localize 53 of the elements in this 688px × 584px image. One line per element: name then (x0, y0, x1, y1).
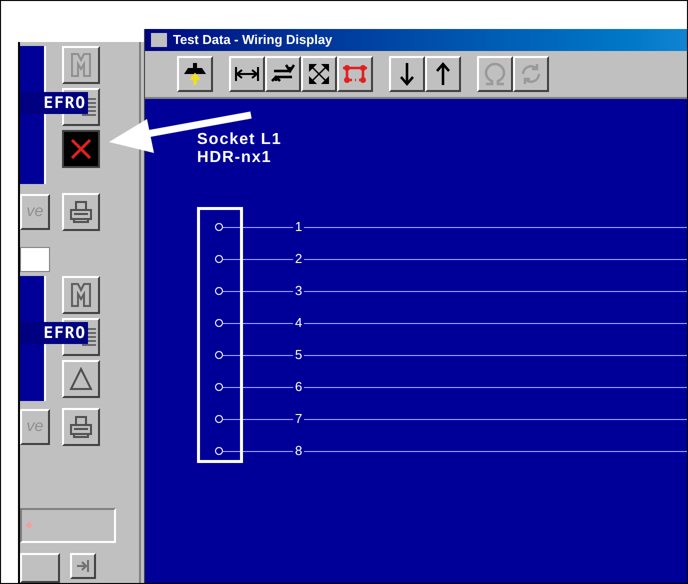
pin-number: 5 (294, 346, 304, 364)
pins-tool-button[interactable] (337, 56, 373, 92)
printer-icon (68, 200, 94, 224)
bottom-button[interactable] (20, 553, 60, 583)
wire-line (223, 290, 293, 292)
cycle-icon (519, 62, 543, 86)
delete-button[interactable] (62, 130, 100, 168)
connector-tool-button[interactable] (177, 56, 213, 92)
connector-icon (183, 61, 207, 87)
wire-line (223, 386, 293, 388)
down-tool-button[interactable] (389, 56, 425, 92)
arrow-down-icon (399, 62, 415, 86)
wire-line (223, 322, 293, 324)
wire-line (223, 226, 293, 228)
enter-button[interactable] (70, 553, 96, 579)
pin-number: 7 (294, 410, 304, 428)
window-title: Test Data - Wiring Display (173, 31, 332, 50)
pin-link-icon (342, 63, 368, 85)
merge-icon (69, 52, 93, 78)
print-button[interactable] (62, 408, 100, 446)
dot-icon (26, 522, 32, 528)
pin-number: 1 (294, 218, 304, 236)
tag-label: EFRO (20, 322, 88, 344)
part-number: HDR-nx1 (197, 149, 273, 167)
text-field[interactable] (20, 247, 50, 272)
pin-number: 3 (294, 282, 304, 300)
pin-number: 8 (294, 442, 304, 460)
merge-button[interactable] (62, 276, 100, 314)
stretch-tool-button[interactable] (229, 56, 265, 92)
expand-tool-button[interactable] (301, 56, 337, 92)
stretch-icon (234, 64, 260, 84)
expand-icon (307, 62, 331, 86)
print-button[interactable] (62, 193, 100, 231)
wire-line (223, 450, 293, 452)
up-tool-button[interactable] (425, 56, 461, 92)
wire-line (223, 258, 293, 260)
pin-number: 2 (294, 250, 304, 268)
wire-line (223, 418, 293, 420)
merge-icon (69, 282, 93, 308)
triangle-icon (69, 366, 93, 390)
printer-icon (68, 414, 94, 438)
triangle-button[interactable] (62, 360, 100, 398)
wire-line (223, 354, 293, 356)
tag-label: EFRO (20, 92, 88, 114)
arrow-up-icon (435, 62, 451, 86)
pin-number: 4 (294, 314, 304, 332)
window-icon (151, 33, 167, 47)
swap-tool-button[interactable] (265, 56, 301, 92)
socket-name: Socket L1 (197, 131, 283, 149)
pin-number: 6 (294, 378, 304, 396)
omega-icon (483, 62, 507, 86)
return-icon (76, 559, 90, 573)
close-icon (70, 138, 92, 160)
